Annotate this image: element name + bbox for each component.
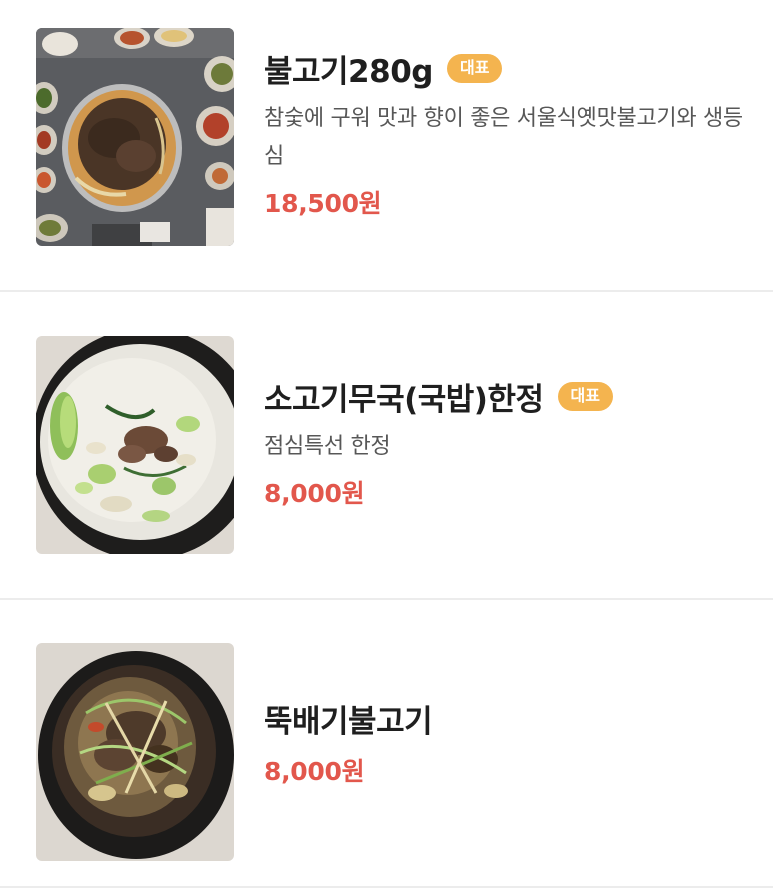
bulgogi-grill-photo[interactable]: [36, 28, 234, 246]
menu-info: 뚝배기불고기 8,000원: [264, 698, 744, 788]
menu-info: 소고기무국(국밥)한정 대표 점심특선 한정 8,000원: [264, 376, 744, 510]
divider: [0, 598, 773, 600]
menu-description: 점심특선 한정: [264, 434, 391, 459]
title-row: 소고기무국(국밥)한정 대표: [264, 376, 744, 418]
menu-name: 불고기280g: [264, 53, 433, 90]
ttukbaegi-bulgogi-photo[interactable]: [36, 643, 234, 861]
signature-badge: 대표: [557, 381, 613, 411]
menu-price: 18,500원: [264, 189, 382, 218]
beef-radish-soup-photo[interactable]: [36, 336, 234, 554]
signature-badge: 대표: [446, 53, 503, 83]
menu-info: 불고기280g 대표 참숯에 구워 맛과 향이 좋은 서울식옛맛불고기와 생등심…: [264, 48, 744, 220]
menu-name: 뚝배기불고기: [264, 703, 433, 740]
menu-price: 8,000원: [264, 757, 365, 786]
menu-name: 소고기무국(국밥)한정: [264, 381, 544, 418]
title-row: 불고기280g 대표: [264, 48, 744, 90]
menu-description: 참숯에 구워 맛과 향이 좋은 서울식옛맛불고기와 생등심: [264, 106, 743, 169]
title-row: 뚝배기불고기: [264, 698, 744, 740]
divider: [0, 886, 773, 888]
menu-price: 8,000원: [264, 479, 365, 508]
divider: [0, 290, 773, 292]
